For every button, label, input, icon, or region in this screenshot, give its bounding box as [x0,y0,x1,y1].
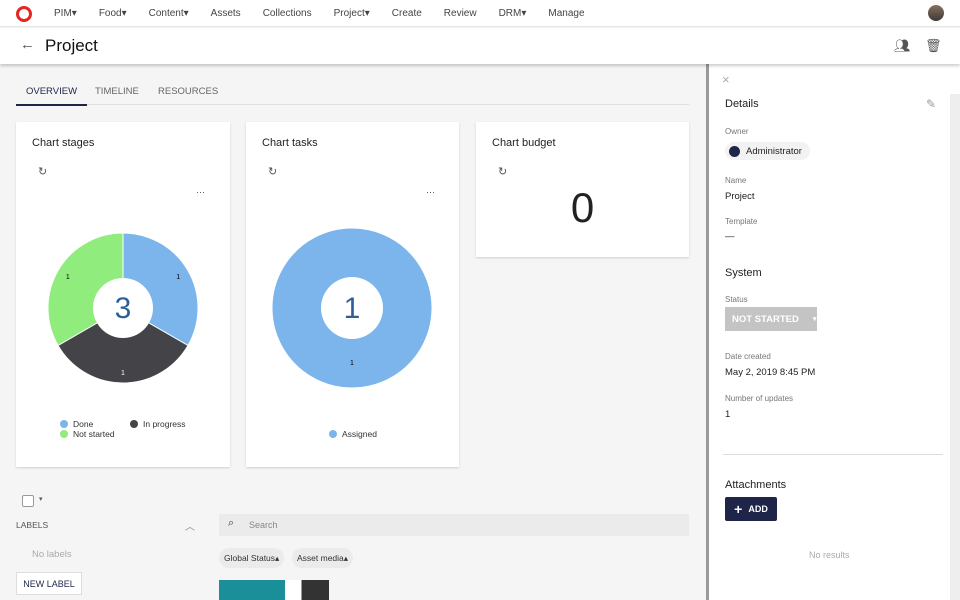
collapse-chevron-icon[interactable]: ︿ [185,518,195,533]
labels-heading: LABELS [16,520,48,530]
legend-done[interactable]: Done [60,419,93,429]
system-heading: System [725,267,762,279]
slice-value-label: 1 [176,274,180,281]
page-header: ← Project 👥︎ 🗑︎ [0,28,960,64]
divider [723,454,943,455]
nav-assets[interactable]: Assets [211,8,241,19]
select-all-checkbox[interactable] [22,495,34,507]
details-panel: × Details ✎ Owner Administrator Name Pro… [706,64,960,600]
nav-project[interactable]: Project▾ [334,8,370,19]
legend-not-started[interactable]: Not started [60,429,115,439]
template-label: Template [725,217,757,226]
search-icon: ⌕ [228,517,234,530]
nav-create[interactable]: Create [392,8,422,19]
status-dropdown[interactable]: NOT STARTED▾ [725,307,817,331]
page-title: Project [45,36,98,56]
card-title: Chart budget [492,137,556,149]
tab-resources[interactable]: RESOURCES [158,86,218,97]
filter-asset-media[interactable]: Asset media▴ [292,548,353,568]
panel-scrollbar[interactable] [950,94,960,600]
owner-label: Owner [725,127,749,136]
close-icon[interactable]: × [722,72,730,87]
budget-value: 0 [476,184,689,232]
user-avatar[interactable] [928,5,944,21]
updates-label: Number of updates [725,394,793,403]
nav-pim[interactable]: PIM▾ [54,8,77,19]
chevron-down-icon[interactable]: ▾ [39,495,43,503]
slice-value-label: 1 [121,370,125,377]
chart-stages-card: Chart stages ↻ ··· 1113 Done In progress… [16,122,230,467]
people-icon[interactable]: 👥︎ [894,38,911,54]
owner-chip[interactable]: Administrator [725,142,810,160]
refresh-icon[interactable]: ↻ [498,165,507,178]
nav-menu: PIM▾ Food▾ Content▾ Assets Collections P… [54,0,607,27]
search-input[interactable]: Search [219,514,689,536]
donut-total: 3 [115,292,132,325]
updates-value: 1 [725,409,730,420]
logo[interactable] [16,6,32,22]
nav-food[interactable]: Food▾ [99,8,127,19]
trash-icon[interactable]: 🗑︎ [925,38,942,54]
details-heading: Details [725,98,759,110]
attachments-heading: Attachments [725,479,786,491]
slice-value-label: 1 [66,274,70,281]
stages-donut-chart: 1 1 1 3 [16,122,230,467]
filter-global-status[interactable]: Global Status▴ [219,548,284,568]
tab-bar: OVERVIEW TIMELINE RESOURCES [16,80,689,105]
tab-overview[interactable]: OVERVIEW [16,86,87,106]
chart-tasks-card: Chart tasks ↻ ··· 11 Assigned [246,122,459,467]
user-icon [729,146,740,157]
date-created-value: May 2, 2019 8:45 PM [725,367,815,378]
back-arrow-icon[interactable]: ← [20,36,35,53]
add-attachment-button[interactable]: +ADD [725,497,777,521]
legend-assigned[interactable]: Assigned [329,429,377,439]
legend-in-progress[interactable]: In progress [130,419,186,429]
nav-drm[interactable]: DRM▾ [499,8,527,19]
nav-manage[interactable]: Manage [548,8,584,19]
top-nav: PIM▾ Food▾ Content▾ Assets Collections P… [0,0,960,27]
name-label: Name [725,176,746,185]
name-value: Project [725,191,755,202]
no-labels-text: No labels [32,549,72,560]
chart-budget-card: Chart budget ↻ 0 [476,122,689,257]
no-results-text: No results [809,550,850,560]
tab-timeline[interactable]: TIMELINE [95,86,139,97]
date-created-label: Date created [725,352,771,361]
new-label-button[interactable]: NEW LABEL [16,572,82,595]
template-value: — [725,231,735,242]
donut-total: 1 [344,292,361,325]
slice-value-label: 1 [350,360,354,367]
asset-thumbnail[interactable] [219,580,329,600]
nav-review[interactable]: Review [444,8,477,19]
nav-content[interactable]: Content▾ [149,8,189,19]
edit-pencil-icon[interactable]: ✎ [926,97,936,111]
status-label: Status [725,295,748,304]
nav-collections[interactable]: Collections [263,8,312,19]
tasks-donut-chart: 11 [246,122,459,467]
